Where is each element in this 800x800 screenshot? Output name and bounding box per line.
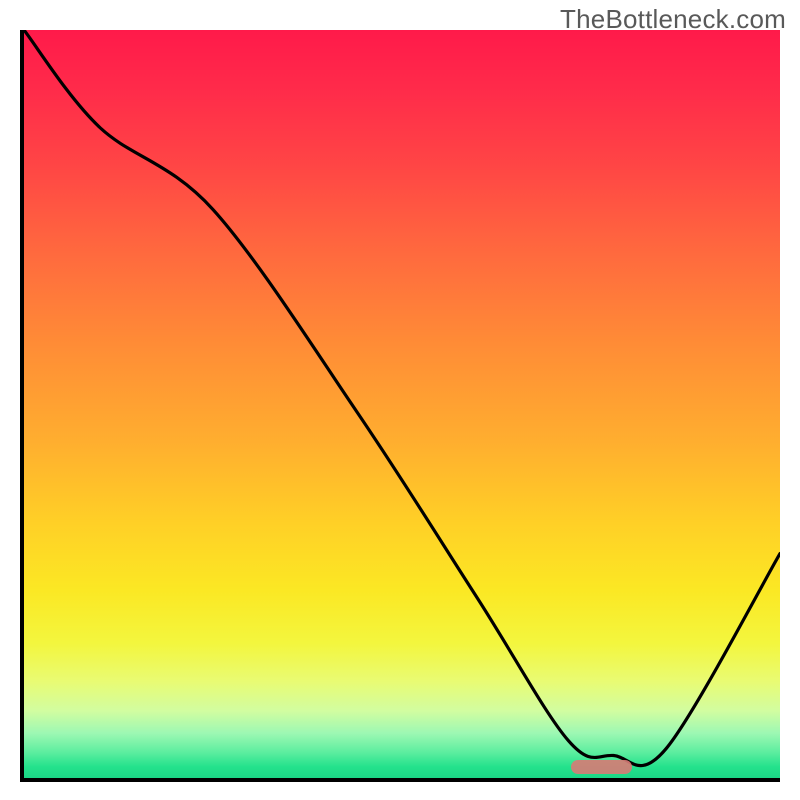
curve-svg xyxy=(24,30,780,778)
sweet-spot-marker xyxy=(571,760,632,774)
plot-frame xyxy=(20,30,780,782)
bottleneck-curve xyxy=(24,30,780,766)
chart-container: TheBottleneck.com xyxy=(0,0,800,800)
watermark-text: TheBottleneck.com xyxy=(560,4,786,35)
